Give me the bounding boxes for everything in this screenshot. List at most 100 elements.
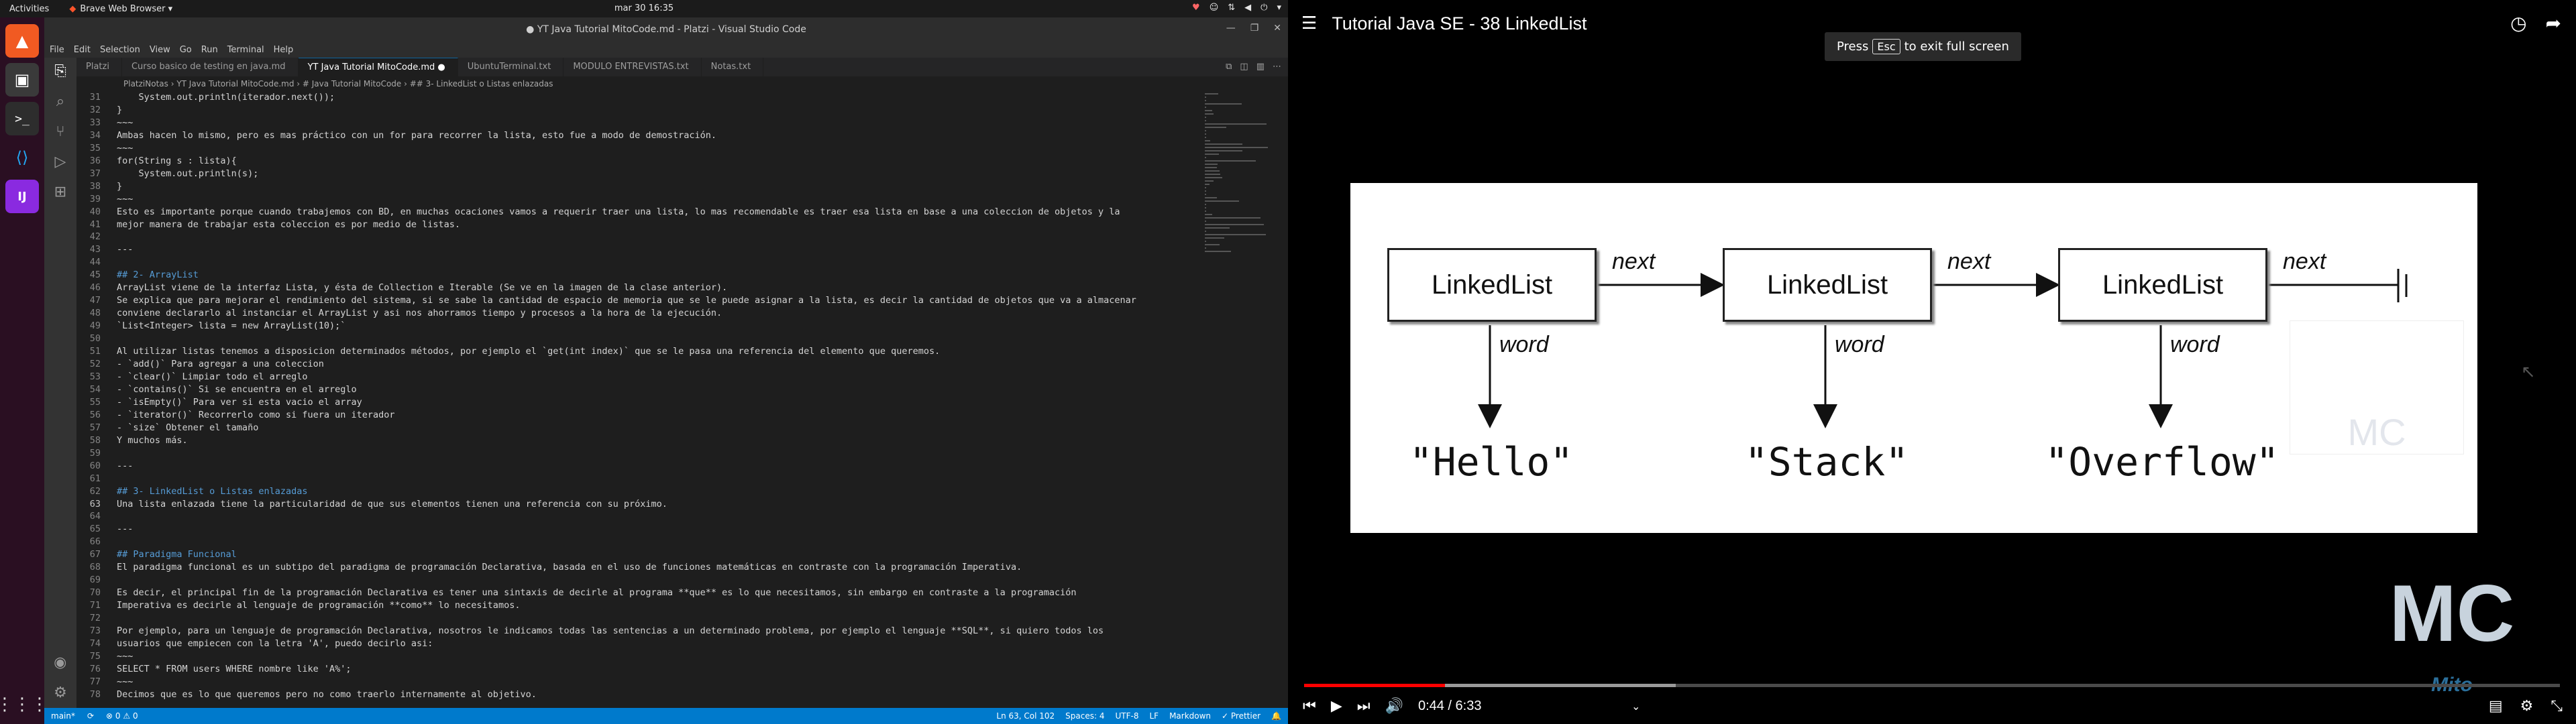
menu-view[interactable]: View bbox=[150, 45, 170, 55]
sync-icon[interactable]: ⟳ bbox=[87, 711, 94, 721]
activities-button[interactable]: Activities bbox=[9, 4, 49, 14]
code-line[interactable]: 44 bbox=[76, 256, 1201, 269]
chevron-down-icon[interactable]: ▾ bbox=[1277, 3, 1281, 13]
code-line[interactable]: 63 Una lista enlazada tiene la particular… bbox=[76, 498, 1201, 511]
code-line[interactable]: 75 ~~~ bbox=[76, 650, 1201, 663]
code-line[interactable]: 69 bbox=[76, 574, 1201, 587]
extensions-icon[interactable]: ⊞ bbox=[54, 184, 66, 200]
code-line[interactable]: 47 Se explica que para mejorar el rendimi… bbox=[76, 294, 1201, 307]
settings-icon[interactable]: ⚙ bbox=[2520, 698, 2534, 715]
accessibility-icon[interactable]: ☺ bbox=[1210, 3, 1219, 13]
code-line[interactable]: 38} bbox=[76, 180, 1201, 193]
play-icon[interactable]: ▶ bbox=[1331, 698, 1342, 715]
code-editor[interactable]: 31 System.out.println(iterador.next()); 3… bbox=[76, 91, 1201, 708]
code-line[interactable]: 76 SELECT * FROM users WHERE nombre like … bbox=[76, 663, 1201, 676]
breadcrumb[interactable]: PlatziNotas › YT Java Tutorial MitoCode.… bbox=[76, 76, 1288, 91]
previous-icon[interactable]: ⏮ bbox=[1303, 698, 1316, 715]
tab-notas[interactable]: Notas.txt bbox=[702, 58, 764, 76]
code-line[interactable]: 74 usuarios que empiecen con la letra 'A'… bbox=[76, 638, 1201, 650]
code-line[interactable]: 67 ## Paradigma Funcional bbox=[76, 548, 1201, 561]
search-icon[interactable]: ⌕ bbox=[56, 93, 64, 110]
language-mode[interactable]: Markdown bbox=[1169, 711, 1211, 721]
code-line[interactable]: 52 - `add()` Para agregar a una coleccion bbox=[76, 358, 1201, 371]
next-icon[interactable]: ⏭ bbox=[1357, 698, 1371, 715]
progress-bar[interactable] bbox=[1304, 684, 2560, 687]
tab-platzi[interactable]: Platzi bbox=[76, 58, 122, 76]
close-icon[interactable]: ✕ bbox=[1273, 23, 1281, 34]
code-line[interactable]: 65 --- bbox=[76, 523, 1201, 536]
menu-terminal[interactable]: Terminal bbox=[227, 45, 264, 55]
code-line[interactable]: 70 Es decir, el principal fin de la progr… bbox=[76, 587, 1201, 599]
watch-later-icon[interactable]: ◷ bbox=[2510, 12, 2526, 34]
tab-testing[interactable]: Curso basico de testing en java.md bbox=[122, 58, 299, 76]
share-icon[interactable]: ➦ bbox=[2546, 12, 2561, 34]
line-ending[interactable]: LF bbox=[1149, 711, 1159, 721]
code-line[interactable]: 78 Decimos que es lo que queremos pero no… bbox=[76, 688, 1201, 701]
code-line[interactable]: 32} bbox=[76, 104, 1201, 117]
account-icon[interactable]: ◉ bbox=[54, 654, 67, 671]
explorer-icon[interactable]: ⎘ bbox=[54, 63, 66, 80]
code-line[interactable]: 40 Esto es importante porque cuando traba… bbox=[76, 206, 1201, 219]
code-line[interactable]: 64 bbox=[76, 510, 1201, 523]
run-debug-icon[interactable]: ▷ bbox=[55, 154, 66, 170]
notification-bell-icon[interactable]: 🔔 bbox=[1271, 711, 1281, 721]
code-line[interactable]: 54 - `contains()` Si se encuentra en el a… bbox=[76, 383, 1201, 396]
code-line[interactable]: 71 Imperativa es decirle al lenguaje de p… bbox=[76, 599, 1201, 612]
window-title-bar[interactable]: ● YT Java Tutorial MitoCode.md - Platzi … bbox=[44, 17, 1288, 42]
code-line[interactable]: 66 bbox=[76, 536, 1201, 548]
code-line[interactable]: 77 ~~~ bbox=[76, 676, 1201, 688]
code-line[interactable]: 48 conviene declararlo al instanciar el A… bbox=[76, 307, 1201, 320]
tab-modulo-entrevistas[interactable]: MODULO ENTREVISTAS.txt bbox=[564, 58, 702, 76]
code-line[interactable]: 31 System.out.println(iterador.next()); bbox=[76, 91, 1201, 104]
open-changes-icon[interactable]: ⧉ bbox=[1226, 62, 1232, 76]
terminal-icon[interactable]: >_ bbox=[5, 102, 39, 135]
code-line[interactable]: 33 ~~~ bbox=[76, 117, 1201, 129]
split-editor-icon[interactable]: ▥ bbox=[1256, 62, 1265, 76]
code-line[interactable]: 39 ~~~ bbox=[76, 193, 1201, 206]
files-icon[interactable]: ▣ bbox=[5, 63, 39, 97]
volume-icon[interactable]: ◀ bbox=[1244, 3, 1251, 13]
channel-logo[interactable]: MC Mito bbox=[2378, 560, 2526, 695]
code-line[interactable]: 72 bbox=[76, 612, 1201, 625]
menu-help[interactable]: Help bbox=[274, 45, 294, 55]
code-line[interactable]: 34 Ambas hacen lo mismo, pero es mas prác… bbox=[76, 129, 1201, 142]
maximize-icon[interactable]: ❐ bbox=[1250, 23, 1259, 34]
menu-selection[interactable]: Selection bbox=[100, 45, 140, 55]
tab-ubuntu-terminal[interactable]: UbuntuTerminal.txt bbox=[458, 58, 564, 76]
volume-icon[interactable]: 🔊 bbox=[1385, 698, 1403, 715]
code-line[interactable]: 57 - `size` Obtener el tamaño bbox=[76, 422, 1201, 434]
menu-run[interactable]: Run bbox=[201, 45, 218, 55]
gear-icon[interactable]: ⚙ bbox=[54, 684, 67, 701]
code-line[interactable]: 56 - `iterator()` Recorrerlo como si fuer… bbox=[76, 409, 1201, 422]
branch-indicator[interactable]: main* bbox=[51, 711, 75, 721]
code-line[interactable]: 36 for(String s : lista){ bbox=[76, 155, 1201, 168]
app-menu[interactable]: ◆ Brave Web Browser ▾ bbox=[69, 4, 172, 14]
minimap[interactable] bbox=[1205, 91, 1279, 708]
encoding[interactable]: UTF-8 bbox=[1115, 711, 1138, 721]
code-line[interactable]: 60 --- bbox=[76, 460, 1201, 473]
problems-indicator[interactable]: ⊗ 0 ⚠ 0 bbox=[106, 711, 138, 721]
code-line[interactable]: 43 --- bbox=[76, 243, 1201, 256]
video-title[interactable]: Tutorial Java SE - 38 LinkedList bbox=[1332, 13, 1587, 34]
tab-yt-java-tutorial[interactable]: YT Java Tutorial MitoCode.md ● bbox=[298, 58, 458, 76]
code-line[interactable]: 35 ~~~ bbox=[76, 142, 1201, 155]
code-line[interactable]: 51 Al utilizar listas tenemos a disposici… bbox=[76, 345, 1201, 358]
prettier-status[interactable]: ✓ Prettier bbox=[1222, 711, 1260, 721]
code-line[interactable]: 49 `List<Integer> lista = new ArrayList(1… bbox=[76, 320, 1201, 333]
system-tray[interactable]: ♥ ☺ ⇅ ◀ ⏻ ▾ bbox=[1192, 3, 1281, 13]
code-line[interactable]: 45 ## 2- ArrayList bbox=[76, 269, 1201, 282]
clock[interactable]: mar 30 16:35 bbox=[0, 3, 1288, 13]
code-line[interactable]: 55 - `isEmpty()` Para ver si esta vacio e… bbox=[76, 396, 1201, 409]
code-line[interactable]: 73 Por ejemplo, para un lenguaje de progr… bbox=[76, 625, 1201, 638]
youtube-player[interactable]: ☰ Tutorial Java SE - 38 LinkedList ◷ ➦ P… bbox=[1288, 0, 2576, 724]
code-line[interactable]: 41 mejor manera de trabajar esta coleccio… bbox=[76, 219, 1201, 231]
code-line[interactable]: 53 - `clear()` Limpiar todo el arreglo bbox=[76, 371, 1201, 383]
chevron-down-icon[interactable]: ⌄ bbox=[1631, 700, 1640, 713]
more-actions-icon[interactable]: ⋯ bbox=[1273, 62, 1281, 76]
code-line[interactable]: 50 bbox=[76, 333, 1201, 345]
code-line[interactable]: 68 El paradigma funcional es un subtipo d… bbox=[76, 561, 1201, 574]
code-line[interactable]: 58 Y muchos más. bbox=[76, 434, 1201, 447]
menu-file[interactable]: File bbox=[50, 45, 64, 55]
indentation[interactable]: Spaces: 4 bbox=[1065, 711, 1104, 721]
cursor-position[interactable]: Ln 63, Col 102 bbox=[996, 711, 1055, 721]
